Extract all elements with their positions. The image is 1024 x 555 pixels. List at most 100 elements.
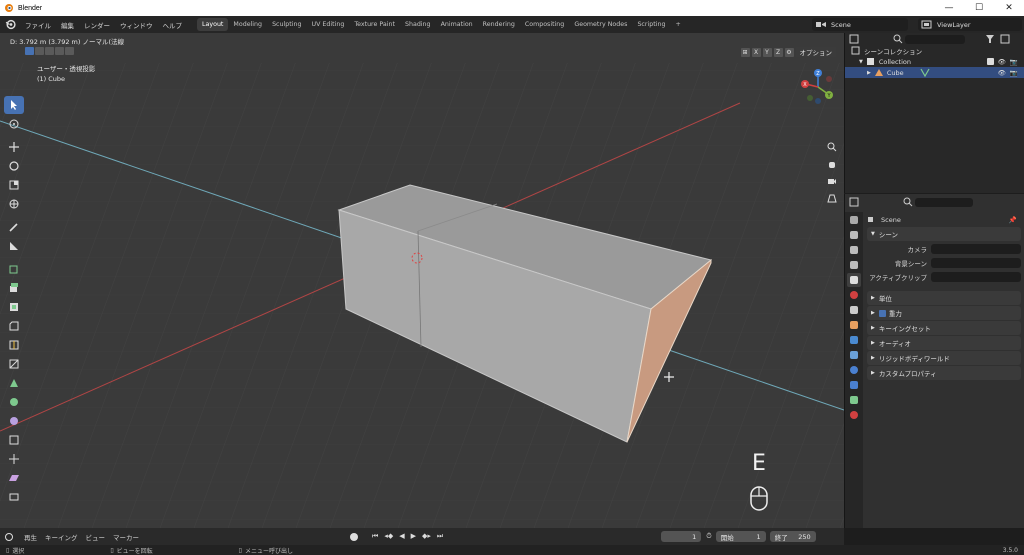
current-frame-field[interactable]: 1 xyxy=(661,531,702,542)
tab-constraints[interactable] xyxy=(847,378,861,392)
extrude-tool[interactable] xyxy=(4,279,24,297)
tab-modeling[interactable]: Modeling xyxy=(228,18,267,31)
annotate-tool[interactable] xyxy=(4,218,24,236)
gravity-checkbox[interactable] xyxy=(878,309,886,317)
tab-geometry-nodes[interactable]: Geometry Nodes xyxy=(569,18,632,31)
panel-gravity-header[interactable]: ▶ 重力 xyxy=(867,306,1021,320)
record-button[interactable] xyxy=(350,532,358,541)
camera-field[interactable] xyxy=(931,243,1021,254)
extra-mode-icon[interactable] xyxy=(55,47,64,55)
tab-object[interactable] xyxy=(847,318,861,332)
active-clip-field[interactable] xyxy=(931,271,1021,282)
edge-slide-tool[interactable] xyxy=(4,431,24,449)
scale-tool[interactable] xyxy=(4,176,24,194)
tab-layout[interactable]: Layout xyxy=(197,18,229,31)
tab-texture-paint[interactable]: Texture Paint xyxy=(349,18,400,31)
background-scene-field[interactable] xyxy=(931,257,1021,268)
properties-editor-icon[interactable] xyxy=(849,197,863,207)
tab-sculpting[interactable]: Sculpting xyxy=(267,18,306,31)
viewport-scene[interactable] xyxy=(0,33,844,528)
collection-expand-icon[interactable]: ▼ xyxy=(859,59,863,65)
play-reverse-icon[interactable]: ◀ xyxy=(399,532,404,541)
panel-scene-header[interactable]: ▼ シーン xyxy=(867,227,1021,241)
maximize-button[interactable]: ☐ xyxy=(964,0,994,16)
add-workspace-button[interactable]: + xyxy=(670,18,685,31)
axis-z-toggle[interactable]: Z xyxy=(773,47,783,57)
menu-file[interactable]: ファイル xyxy=(20,20,56,30)
tab-tool[interactable] xyxy=(847,213,861,227)
panel-audio-header[interactable]: ▶ オーディオ xyxy=(867,336,1021,350)
tab-modifiers[interactable] xyxy=(847,333,861,347)
properties-search-icon[interactable] xyxy=(903,197,913,207)
tab-rendering[interactable]: Rendering xyxy=(478,18,520,31)
pan-hand-icon[interactable] xyxy=(825,157,838,170)
blender-menu-icon[interactable] xyxy=(5,19,16,30)
transform-tool[interactable] xyxy=(4,195,24,213)
cube-visibility-icon[interactable]: 👁 xyxy=(998,69,1006,77)
properties-search-field[interactable] xyxy=(915,197,973,207)
zoom-icon[interactable] xyxy=(825,140,838,153)
vertex-mode-icon[interactable] xyxy=(25,47,34,55)
outliner-search-field[interactable] xyxy=(905,34,965,44)
perspective-grid-icon[interactable] xyxy=(825,191,838,204)
menu-window[interactable]: ウィンドウ xyxy=(115,20,158,30)
keying-menu[interactable]: キーイング xyxy=(41,532,82,542)
spin-tool[interactable] xyxy=(4,393,24,411)
panel-rigid-body-world-header[interactable]: ▶ リジッドボディワールド xyxy=(867,351,1021,365)
collection-render-icon[interactable]: 📷 xyxy=(1010,58,1018,66)
pin-icon[interactable]: 📌 xyxy=(1009,216,1021,224)
cursor-tool[interactable] xyxy=(4,115,24,133)
tab-compositing[interactable]: Compositing xyxy=(520,18,569,31)
cube-expand-icon[interactable]: ▶ xyxy=(867,70,871,76)
bevel-tool[interactable] xyxy=(4,317,24,335)
stopwatch-icon[interactable]: ⏱ xyxy=(706,532,711,541)
menu-help[interactable]: ヘルプ xyxy=(158,20,188,30)
panel-custom-properties-header[interactable]: ▶ カスタムプロパティ xyxy=(867,366,1021,380)
mirror-icon[interactable]: ⊞ xyxy=(740,47,750,57)
overlay-mode-icon[interactable] xyxy=(65,47,74,55)
camera-view-icon[interactable] xyxy=(825,174,838,187)
tab-particles[interactable] xyxy=(847,348,861,362)
inset-tool[interactable] xyxy=(4,298,24,316)
panel-units-header[interactable]: ▶ 単位 xyxy=(867,291,1021,305)
tool-settings-icon[interactable]: ⚙ xyxy=(784,47,794,57)
menu-edit[interactable]: 編集 xyxy=(56,20,79,30)
face-mode-icon[interactable] xyxy=(45,47,54,55)
tab-world[interactable] xyxy=(847,288,861,302)
next-keyframe-icon[interactable]: ◆▸ xyxy=(422,532,431,541)
outliner-row-collection[interactable]: ▼ Collection 👁 📷 xyxy=(845,56,1024,67)
move-tool[interactable] xyxy=(4,138,24,156)
outliner-row-cube[interactable]: ▶ Cube 👁 📷 xyxy=(845,67,1024,78)
axis-y-toggle[interactable]: Y xyxy=(762,47,772,57)
tab-scene[interactable] xyxy=(847,273,861,287)
filter-icon[interactable] xyxy=(985,34,995,44)
end-frame-field[interactable]: 終了 250 xyxy=(769,531,816,542)
outliner-row-scene-collection[interactable]: シーンコレクション xyxy=(845,45,1024,56)
outliner-search-icon[interactable] xyxy=(893,34,903,44)
minimize-button[interactable]: — xyxy=(934,0,964,16)
scene-selector[interactable]: Scene xyxy=(812,18,908,31)
knife-tool[interactable] xyxy=(4,355,24,373)
tab-material[interactable] xyxy=(847,408,861,422)
smooth-tool[interactable] xyxy=(4,412,24,430)
jump-end-icon[interactable]: ⏭ xyxy=(437,532,443,541)
add-cube-tool[interactable] xyxy=(4,260,24,278)
playback-menu[interactable]: 再生 xyxy=(20,532,41,542)
measure-tool[interactable] xyxy=(4,237,24,255)
play-icon[interactable]: ▶ xyxy=(411,532,416,541)
tab-physics[interactable] xyxy=(847,363,861,377)
tab-output[interactable] xyxy=(847,243,861,257)
options-dropdown[interactable]: オプション xyxy=(795,47,836,57)
menu-render[interactable]: レンダー xyxy=(79,20,115,30)
editor-type-icon[interactable] xyxy=(849,34,863,44)
tab-uv-editing[interactable]: UV Editing xyxy=(306,18,349,31)
axis-x-toggle[interactable]: X xyxy=(751,47,761,57)
collection-checkbox[interactable] xyxy=(986,57,994,65)
rotate-tool[interactable] xyxy=(4,157,24,175)
poly-build-tool[interactable] xyxy=(4,374,24,392)
3d-viewport[interactable]: D: 3.792 m (3.792 m) ノーマル(法線 ユーザー・透視投影 (… xyxy=(0,33,844,528)
prev-keyframe-icon[interactable]: ◂◆ xyxy=(384,532,393,541)
rip-tool[interactable] xyxy=(4,488,24,506)
tab-animation[interactable]: Animation xyxy=(436,18,478,31)
shear-tool[interactable] xyxy=(4,469,24,487)
